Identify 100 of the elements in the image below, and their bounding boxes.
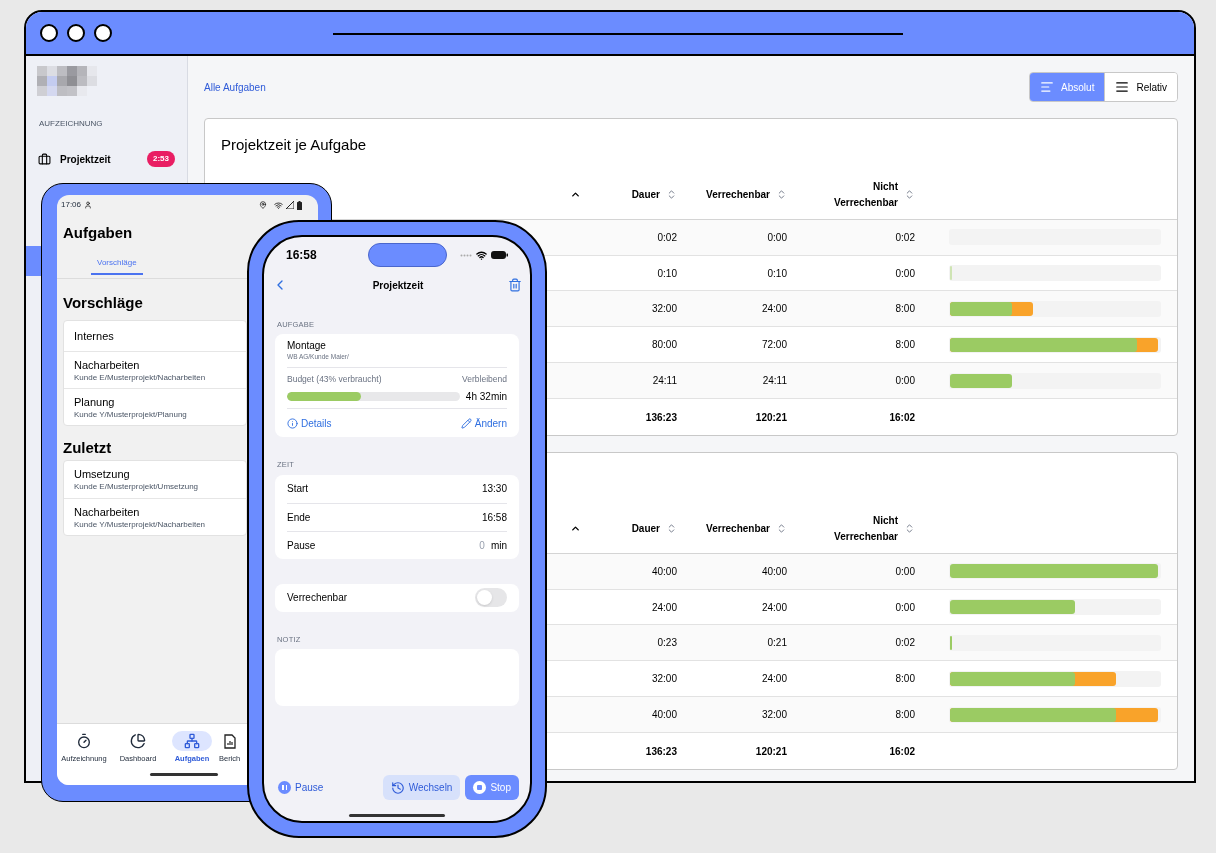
card-title: Projektzeit je Aufgabe xyxy=(221,134,367,155)
time-row-label: Start xyxy=(287,482,309,496)
person-icon xyxy=(84,201,93,209)
battery-icon xyxy=(297,200,302,210)
task-path: Kunde E/Musterprojekt/Nacharbeiten xyxy=(74,371,207,383)
hierarchy-icon xyxy=(184,733,200,749)
budget-label: Budget (43% verbraucht) xyxy=(287,372,382,386)
billable-label: Verrechenbar xyxy=(287,591,348,605)
table-cell-text: 24:00 xyxy=(761,672,787,687)
action-button[interactable]: Pause xyxy=(275,775,332,800)
task-title: Umsetzung xyxy=(74,467,131,481)
signal-icon xyxy=(286,201,294,209)
table-cell-text: 8:00 xyxy=(895,672,915,687)
table-cell-text: 0:02 xyxy=(895,230,915,245)
sort-icon[interactable] xyxy=(776,189,787,201)
task-title: Nacharbeiten xyxy=(74,504,141,519)
align-left-icon xyxy=(1040,80,1055,94)
table-cell-text: 24:11 xyxy=(762,374,787,389)
view-toggle-button[interactable]: Relativ xyxy=(1104,73,1177,101)
card-link[interactable]: Ändern xyxy=(460,415,507,431)
task-path: Kunde E/Musterprojekt/Umsetzung xyxy=(74,481,200,492)
battery-icon xyxy=(491,251,508,259)
home-indicator xyxy=(150,773,218,777)
sort-icon[interactable] xyxy=(666,189,677,201)
table-cell-text: 0:10 xyxy=(767,266,787,281)
task-list-item[interactable]: Nacharbeiten Kunde E/Musterprojekt/Nacharbeiten xyxy=(64,351,246,388)
time-row-label: Ende xyxy=(287,510,311,525)
window-control[interactable] xyxy=(40,24,58,42)
window-control[interactable] xyxy=(67,24,85,42)
sidebar-item[interactable]: Projektzeit 2:53 xyxy=(26,146,187,172)
total-cell-text: 136:23 xyxy=(645,744,677,759)
task-name: Montage xyxy=(287,340,327,353)
table-cell-text: 24:00 xyxy=(761,600,787,615)
task-list-item[interactable]: Umsetzung Kunde E/Musterprojekt/Umsetzung xyxy=(64,461,246,498)
trash-icon[interactable] xyxy=(508,278,522,292)
timer-badge: 2:53 xyxy=(147,151,175,167)
window-control[interactable] xyxy=(94,24,112,42)
section-label: AUFZEICHNUNG xyxy=(39,118,104,130)
pencil-icon xyxy=(460,417,472,429)
remaining-value: 4h 32min xyxy=(465,389,507,404)
table-cell-text: 40:00 xyxy=(761,564,787,579)
table-cell-text: 24:00 xyxy=(651,600,677,615)
billable-switch[interactable] xyxy=(475,588,507,607)
sort-icon[interactable] xyxy=(904,189,915,201)
task-title: Internes xyxy=(74,329,115,343)
column-header: Verrechenbar xyxy=(705,521,770,536)
column-header: Dauer xyxy=(630,521,660,536)
time-row-label: Pause xyxy=(287,538,316,553)
stopwatch-icon xyxy=(76,733,92,749)
action-button[interactable]: Wechseln xyxy=(382,775,461,800)
column-header: Dauer xyxy=(630,187,660,202)
task-list-item[interactable]: Nacharbeiten Kunde Y/Musterprojekt/Nacharbeiten xyxy=(64,498,246,535)
table-cell-text: 0:23 xyxy=(657,636,677,651)
history-icon xyxy=(390,780,405,795)
table-cell-text: 8:00 xyxy=(895,338,915,353)
location-icon xyxy=(259,201,267,209)
sort-icon[interactable] xyxy=(666,523,677,535)
table-cell-text: 80:00 xyxy=(651,338,677,353)
table-cell-text: 24:00 xyxy=(761,302,787,317)
table-cell-text: 0:00 xyxy=(895,374,915,389)
breadcrumb-link[interactable]: Alle Aufgaben xyxy=(204,79,266,95)
table-cell-text: 24:11 xyxy=(652,374,677,389)
column-header: Verrechenbar xyxy=(705,187,770,202)
table-cell-text: 0:00 xyxy=(895,600,915,615)
time-row-value: 16:58 xyxy=(481,510,507,525)
task-list-item[interactable]: Internes xyxy=(64,321,246,351)
task-title: Nacharbeiten xyxy=(74,357,141,372)
document-chart-icon xyxy=(224,733,236,749)
table-cell-text: 0:00 xyxy=(895,564,915,579)
task-list-item[interactable]: Planung Kunde Y/Musterprojekt/Planung xyxy=(64,388,246,425)
table-cell-text: 8:00 xyxy=(895,708,915,723)
task-title: Planung xyxy=(74,394,116,409)
total-cell-text: 120:21 xyxy=(755,744,787,759)
time-row-value: 0 xyxy=(479,538,485,553)
table-cell-text: 40:00 xyxy=(651,708,677,723)
column-header: Nicht Verrechenbar xyxy=(833,513,898,544)
column-header: Nicht Verrechenbar xyxy=(833,179,898,210)
section-heading: Vorschläge xyxy=(62,293,144,313)
sort-icon[interactable] xyxy=(776,523,787,535)
table-cell-text: 32:00 xyxy=(651,672,677,687)
table-cell-text: 0:02 xyxy=(657,230,677,245)
time-row-value: 13:30 xyxy=(481,482,507,496)
info-icon xyxy=(287,417,298,429)
sort-icon[interactable] xyxy=(904,523,915,535)
stop-icon xyxy=(473,781,487,794)
status-time: 17:06 xyxy=(61,199,82,211)
table-cell-text: 0:00 xyxy=(895,266,915,281)
task-path: Kunde Y/Musterprojekt/Planung xyxy=(74,408,188,420)
status-time: 16:58 xyxy=(286,247,318,264)
time-unit: min xyxy=(490,538,507,553)
wifi-icon xyxy=(274,200,283,210)
table-cell-text: 0:02 xyxy=(895,636,915,651)
card-link[interactable]: Details xyxy=(287,415,332,431)
briefcase-icon xyxy=(38,152,51,166)
table-cell-text: 8:00 xyxy=(895,302,915,317)
tab[interactable]: Vorschläge xyxy=(91,251,143,278)
table-cell-text: 32:00 xyxy=(761,708,787,723)
screen-title: Aufgaben xyxy=(63,222,133,243)
section-heading: Zuletzt xyxy=(62,438,113,458)
task-path: Kunde Y/Musterprojekt/Nacharbeiten xyxy=(74,518,207,530)
